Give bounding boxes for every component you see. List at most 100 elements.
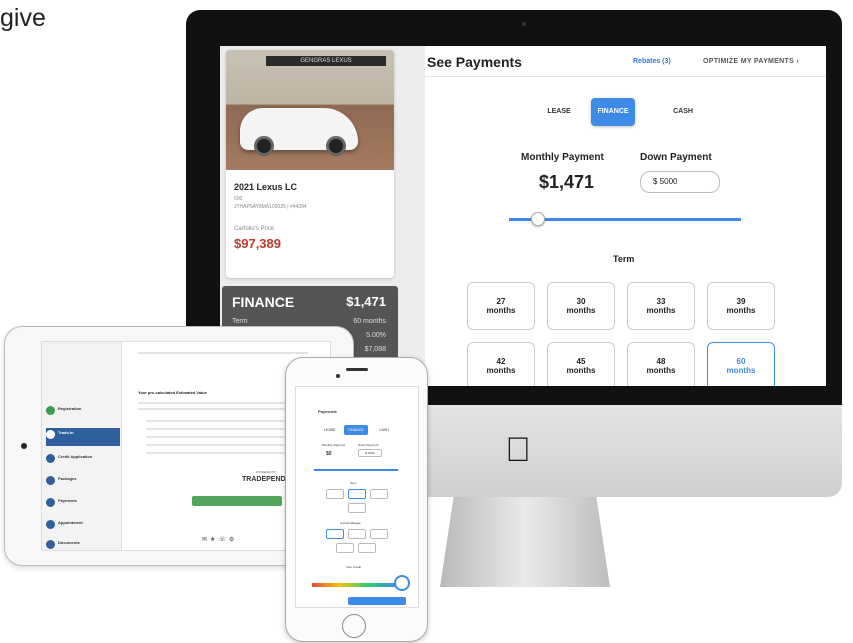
iphone-payment-slider[interactable] (314, 469, 398, 471)
step-dot-icon (46, 430, 55, 439)
iphone-monthly-label: Monthly Payment (322, 443, 346, 447)
rebates-link[interactable]: Rebates (3) (633, 58, 671, 65)
imac-stand (440, 497, 610, 587)
iphone-term-label: Term (350, 481, 357, 485)
iphone-credit-knob[interactable] (394, 575, 410, 591)
text-line (138, 408, 308, 410)
step-credit-application[interactable]: Credit Application (46, 452, 120, 470)
iphone-cta-button[interactable] (348, 597, 406, 605)
step-payments[interactable]: Payments (46, 496, 120, 514)
corner-text: give (0, 4, 46, 32)
page-title: See Payments (427, 54, 522, 70)
finance-summary-amount: $1,471 (346, 294, 386, 309)
step-documents[interactable]: Documents (46, 538, 120, 550)
vehicle-trim: 500 (234, 196, 243, 202)
down-payment-input[interactable]: $ 5000 (640, 171, 720, 193)
tab-finance[interactable]: FINANCE (591, 98, 635, 126)
iphone-camera (336, 374, 340, 378)
term-unit: months (566, 366, 596, 375)
step-label: Documents (58, 540, 80, 545)
term-unit: months (726, 366, 756, 375)
price-label: Carfolio's Price (234, 226, 275, 232)
iphone-term-option[interactable] (348, 503, 366, 513)
iphone-tab-cash[interactable]: CASH (372, 425, 396, 435)
vehicle-photo: GENGRAS LEXUS (226, 50, 394, 170)
marketing-composite: give  GENGRAS LEXUS 2021 Lexus LC 500 J… (0, 0, 853, 643)
term-option-60[interactable]: 60 months (707, 342, 775, 386)
iphone-monthly-value: $0 (326, 451, 332, 457)
term-number: 33 (656, 296, 666, 306)
term-option-45[interactable]: 45 months (547, 342, 615, 386)
term-number: 45 (576, 356, 586, 366)
term-label: Term (613, 254, 635, 264)
term-option-27[interactable]: 27 months (467, 282, 535, 330)
term-option-30[interactable]: 30 months (547, 282, 615, 330)
payment-slider-thumb[interactable] (531, 212, 545, 226)
step-packages[interactable]: Packages (46, 474, 120, 492)
vehicle-card[interactable]: GENGRAS LEXUS 2021 Lexus LC 500 JTHAP5AY… (226, 50, 394, 278)
term-number: 48 (656, 356, 666, 366)
step-dot-icon (46, 498, 55, 507)
iphone-term-option[interactable] (370, 489, 388, 499)
price-value: $97,389 (234, 236, 281, 251)
step-dot-icon (46, 520, 55, 529)
iphone-mileage-label: Annual Mileage (340, 521, 361, 525)
finance-row-term: Term 60 months (232, 318, 386, 325)
term-option-42[interactable]: 42 months (467, 342, 535, 386)
optimize-payments-link[interactable]: OPTIMIZE MY PAYMENTS › (703, 58, 799, 65)
term-number: 39 (736, 296, 746, 306)
finance-row-value: $7,088 (364, 346, 386, 353)
step-trade-in[interactable]: Trade-In (46, 428, 120, 446)
apple-logo-icon:  (498, 430, 538, 470)
term-option-48[interactable]: 48 months (627, 342, 695, 386)
tab-lease[interactable]: LEASE (537, 98, 581, 126)
iphone-home-button (342, 614, 366, 638)
iphone-term-option[interactable] (326, 489, 344, 499)
term-unit: months (646, 306, 676, 315)
iphone-term-option[interactable] (348, 489, 366, 499)
step-dot-icon (46, 540, 55, 549)
step-dot-icon (46, 454, 55, 463)
monthly-payment-value: $1,471 (539, 172, 595, 192)
iphone-mileage-option[interactable] (336, 543, 354, 553)
iphone-mileage-option[interactable] (326, 529, 344, 539)
term-option-33[interactable]: 33 months (627, 282, 695, 330)
iphone-credit-slider[interactable] (312, 583, 396, 587)
term-unit: months (646, 366, 676, 375)
term-unit: months (486, 306, 516, 315)
optimize-label: OPTIMIZE MY PAYMENTS (703, 58, 795, 65)
iphone-tab-lease[interactable]: LEASE (318, 425, 342, 435)
finance-row-label: Term (232, 318, 248, 325)
step-label: Trade-In (58, 430, 74, 435)
iphone-mileage-option[interactable] (358, 543, 376, 553)
iphone-tab-finance[interactable]: FINANCE (344, 425, 368, 435)
header-divider (425, 76, 826, 77)
iphone-down-label: Down Payment (358, 443, 379, 447)
finance-row-value: 5.00% (366, 332, 386, 339)
iphone-mileage-option[interactable] (348, 529, 366, 539)
step-appointment[interactable]: Appointment (46, 518, 120, 536)
step-dot-icon (46, 476, 55, 485)
step-label: Appointment (58, 520, 83, 525)
iphone-mileage-option[interactable] (370, 529, 388, 539)
term-option-39[interactable]: 39 months (707, 282, 775, 330)
iphone-down-input[interactable]: $ 3000 (358, 449, 382, 457)
vehicle-title: 2021 Lexus LC (234, 182, 298, 192)
finance-row-value: 60 months (353, 318, 386, 325)
car-rear-wheel (326, 136, 346, 156)
chart-strip (138, 352, 308, 354)
vehicle-vin: JTHAP5AY8MA100025 | #44394 (234, 204, 307, 210)
check-icon (46, 406, 55, 415)
step-registration[interactable]: Registration (46, 404, 120, 422)
iphone-speaker (346, 368, 368, 371)
dealer-banner: GENGRAS LEXUS (266, 56, 386, 66)
term-unit: months (726, 306, 756, 315)
term-number: 42 (496, 356, 506, 366)
monthly-payment-label: Monthly Payment (521, 152, 604, 163)
term-unit: months (486, 366, 516, 375)
chevron-right-icon: › (796, 58, 799, 65)
tab-cash[interactable]: CASH (661, 98, 705, 126)
iphone-credit-label: Your Credit (346, 565, 361, 569)
continue-button[interactable] (192, 496, 282, 506)
term-number: 27 (496, 296, 506, 306)
